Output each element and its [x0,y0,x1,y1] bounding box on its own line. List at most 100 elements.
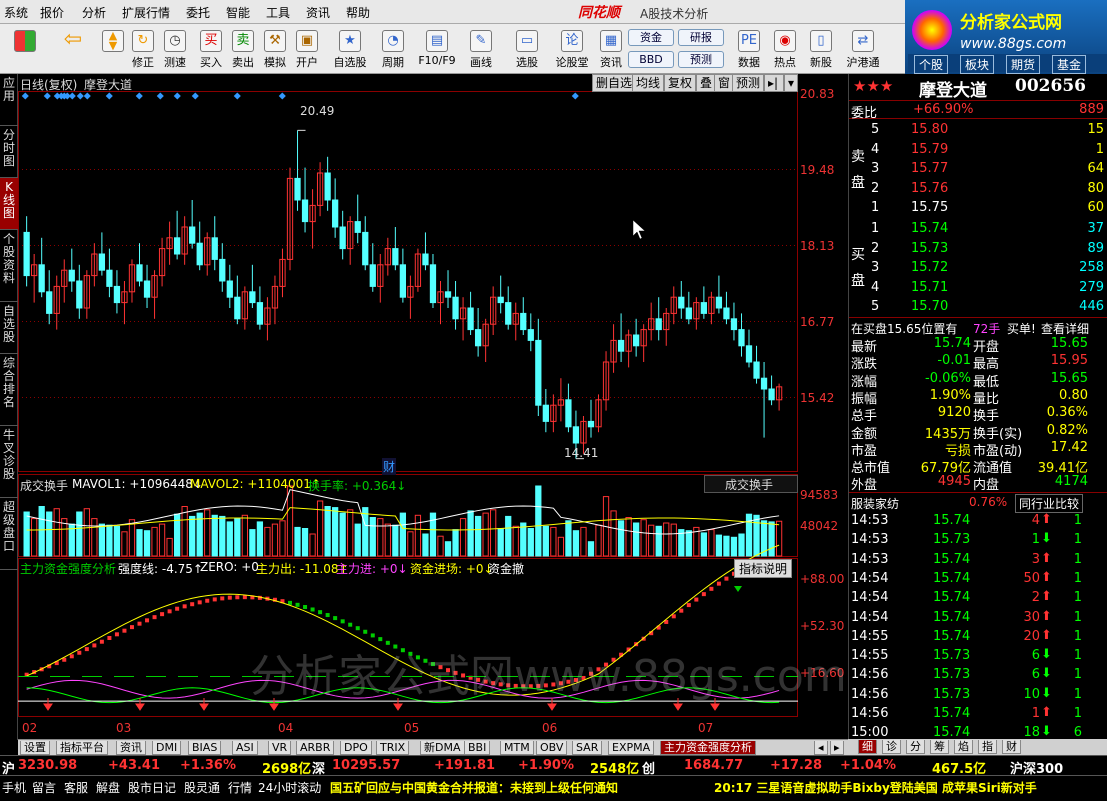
sh-index[interactable]: 3230.98 [18,758,77,773]
adjust-button[interactable]: 复权 [664,74,697,92]
stock-picker-button[interactable]: ▭ 选股 [510,24,544,74]
buy-level-row[interactable]: 1 15.74 37 [849,220,1107,239]
tab-flame[interactable]: 焰 [954,740,973,754]
period-button[interactable]: ◔ 周期 [376,24,410,74]
quick-tab-sector[interactable]: 板块 [960,55,995,74]
indicator-tab[interactable]: VR [268,741,292,755]
sell-level-row[interactable]: 4 15.79 1 [849,141,1107,160]
indicator-help-button[interactable]: 指标说明 [734,559,793,578]
ma-button[interactable]: 均线 [632,74,665,92]
nav-intraday[interactable]: 分时图 [0,126,18,178]
back-button[interactable]: ⇦ [56,24,90,74]
status-service[interactable]: 客服 [64,779,88,796]
news-button[interactable]: ▦ 资讯 [594,24,628,74]
speed-test-button[interactable]: ◷ 测速 [158,24,192,74]
status-diary[interactable]: 股市日记 [128,779,176,796]
menu-trade[interactable]: 委托 [186,4,210,21]
tab-detail[interactable]: 细 [858,740,877,754]
tick-row[interactable]: 14:56 15.73 10 ⬇ 1 [849,686,1107,705]
peer-compare-button[interactable]: 同行业比较 [1015,494,1084,513]
f10-button[interactable]: ▤ F10/F9 [416,24,458,74]
menu-quote[interactable]: 报价 [40,4,64,21]
scroll-right-icon[interactable]: ▸ [830,741,844,755]
nav-diagnose[interactable]: 牛叉诊股 [0,426,18,498]
buy-level-row[interactable]: 3 15.72 258 [849,259,1107,278]
watchlist-button[interactable]: ★ 自选股 [330,24,370,74]
nav-app[interactable]: 应用 [0,74,18,126]
tab-price-dist[interactable]: 分 [906,740,925,754]
sell-level-row[interactable]: 2 15.76 80 [849,180,1107,199]
simulate-button[interactable]: ⚒ 模拟 [258,24,292,74]
indicator-tab[interactable]: BBI [464,741,491,755]
fund-button[interactable]: 资金 [628,29,674,46]
buy-button[interactable]: 买买入 [194,24,228,74]
menu-help[interactable]: 帮助 [346,4,370,21]
nav-super-book[interactable]: 超级盘口 [0,498,18,570]
quick-tab-fund[interactable]: 基金 [1052,55,1087,74]
indicator-tab[interactable]: OBV [536,741,568,755]
nav-profile[interactable]: 个股资料 [0,230,18,302]
buy-level-row[interactable]: 5 15.70 446 [849,298,1107,317]
indicator-tab[interactable]: 新DMA [420,741,465,755]
status-stock-link[interactable]: 股灵通 [184,779,220,796]
forecast-button[interactable]: 预测 [678,51,724,68]
status-24h[interactable]: 24小时滚动 [258,779,321,796]
up-down-button[interactable]: ▲ ▼ [96,24,130,74]
indicator-tab[interactable]: ARBR [296,741,335,755]
menu-news[interactable]: 资讯 [306,4,330,21]
status-commentary[interactable]: 解盘 [96,779,120,796]
news-headline-2[interactable]: 20:17 三星语音虚拟助手Bixby登陆美国 成苹果Siri新对手 [714,779,1037,796]
volume-indicator-select[interactable]: 成交换手 [704,475,798,493]
cy-index[interactable]: 1684.77 [684,758,743,773]
indicator-tab[interactable]: EXPMA [608,741,655,755]
sell-button[interactable]: 卖卖出 [226,24,260,74]
hot-button[interactable]: ◉ 热点 [768,24,802,74]
forum-button[interactable]: 论论股堂 [552,24,592,74]
indicator-tab[interactable]: BIAS [188,741,222,755]
bbd-button[interactable]: BBD [628,51,674,68]
quick-tab-stock[interactable]: 个股 [914,55,949,74]
indicator-tab[interactable]: MTM [500,741,534,755]
tick-row[interactable]: 14:53 15.74 3 ⬆ 1 [849,551,1107,570]
status-mobile[interactable]: 手机 [2,779,26,796]
tick-row[interactable]: 14:53 15.74 4 ⬆ 1 [849,512,1107,531]
overlay-button[interactable]: 叠 [696,74,717,92]
chevron-down-icon[interactable]: ▾ [784,74,798,92]
tick-row[interactable]: 14:55 15.73 6 ⬇ 1 [849,647,1107,666]
view-detail-link[interactable]: 查看详细 [1041,320,1089,337]
predict-button[interactable]: 预测 [732,74,765,92]
finance-marker[interactable]: 财 [382,458,397,475]
buy-level-row[interactable]: 4 15.71 279 [849,279,1107,298]
hk-connect-button[interactable]: ⇄ 沪港通 [842,24,884,74]
tick-row[interactable]: 14:54 15.74 50 ⬆ 1 [849,570,1107,589]
collapse-icon[interactable]: ▸| [764,74,784,92]
indicator-tab[interactable]: DPO [340,741,372,755]
indicator-tab[interactable]: ASI [232,741,258,755]
open-account-button[interactable]: ▣ 开户 [290,24,324,74]
buy-level-row[interactable]: 2 15.73 89 [849,240,1107,259]
tab-chips[interactable]: 筹 [930,740,949,754]
nav-watchlist[interactable]: 自选股 [0,302,18,354]
tick-row[interactable]: 14:53 15.73 1 ⬇ 1 [849,531,1107,550]
sell-level-row[interactable]: 5 15.80 15 [849,121,1107,140]
sell-level-row[interactable]: 1 15.75 60 [849,199,1107,218]
data-button[interactable]: PE 数据 [732,24,766,74]
sell-level-row[interactable]: 3 15.77 64 [849,160,1107,179]
menu-system[interactable]: 系统 [4,4,28,21]
quick-tab-futures[interactable]: 期货 [1006,55,1041,74]
indicator-tab[interactable]: 主力资金强度分析 [660,741,756,755]
tick-row[interactable]: 14:56 15.74 1 ⬆ 1 [849,705,1107,724]
sz-index[interactable]: 10295.57 [332,758,400,773]
indicator-tab[interactable]: SAR [572,741,603,755]
buy-order-link[interactable]: 买单! [1007,320,1036,337]
layout-button[interactable] [8,24,42,74]
news-headline-1[interactable]: 国五矿回应与中国黄金合并报道：未接到上级任何通知 [330,779,618,796]
tab-index[interactable]: 指 [978,740,997,754]
revise-button[interactable]: ↻ 修正 [126,24,160,74]
indicator-tab[interactable]: 设置 [20,741,50,755]
indicator-tab[interactable]: DMI [152,741,182,755]
draw-line-button[interactable]: ✎ 画线 [464,24,498,74]
menu-extended[interactable]: 扩展行情 [122,4,170,21]
indicator-tab[interactable]: 资讯 [116,741,146,755]
window-button[interactable]: 窗 [714,74,735,92]
